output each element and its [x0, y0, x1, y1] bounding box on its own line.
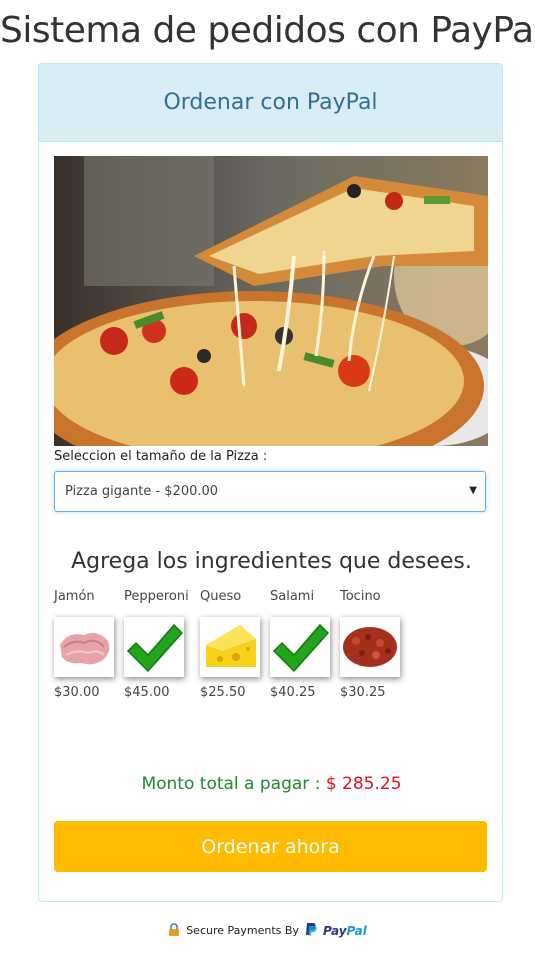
ingredients-title: Agrega los ingredientes que desees. — [71, 549, 472, 574]
lock-icon — [168, 922, 180, 939]
ingredient-price: $40.25 — [270, 685, 316, 700]
pizza-image — [54, 156, 488, 446]
ingredient-price: $25.50 — [200, 685, 246, 700]
pizza-size-selected-value: Pizza gigante - $200.00 — [65, 484, 219, 499]
secure-payments-text: Secure Payments By — [186, 924, 299, 937]
page-title: Sistema de pedidos con PayPal — [0, 10, 535, 51]
ingredient-name: Pepperoni — [124, 589, 189, 604]
paypal-logo-icon — [305, 922, 317, 939]
bacon-icon[interactable] — [340, 617, 400, 677]
ingredient-name: Salami — [270, 589, 315, 604]
ingredient-ham: Jamón $30.00 — [54, 589, 126, 700]
panel-heading: Ordenar con PayPal — [39, 64, 502, 142]
ingredient-price: $30.25 — [340, 685, 386, 700]
cheese-icon[interactable] — [200, 617, 260, 677]
ingredient-cheese: Queso $25.50 — [200, 589, 272, 700]
pizza-size-label: Seleccion el tamaño de la Pizza : — [54, 449, 268, 464]
total-value: $ 285.25 — [325, 774, 402, 794]
order-now-button[interactable]: Ordenar ahora — [54, 821, 487, 872]
dropdown-arrow-icon: ▼ — [469, 485, 477, 496]
checkmark-icon[interactable] — [124, 617, 184, 677]
order-panel: Ordenar con PayPal Seleccion el tamaño d… — [38, 63, 503, 902]
ingredient-name: Queso — [200, 589, 242, 604]
paypal-logo-text: PayPal — [322, 923, 367, 938]
total-label: Monto total a pagar : — [141, 774, 321, 794]
ingredient-name: Tocino — [340, 589, 381, 604]
ingredient-salami: Salami $40.25 — [270, 589, 342, 700]
total-amount: Monto total a pagar : $ 285.25 — [39, 774, 504, 794]
ingredient-price: $45.00 — [124, 685, 170, 700]
ingredient-pepperoni: Pepperoni $45.00 — [124, 589, 196, 700]
ingredient-price: $30.00 — [54, 685, 100, 700]
checkmark-icon[interactable] — [270, 617, 330, 677]
ham-icon[interactable] — [54, 617, 114, 677]
secure-payments-footer: Secure Payments By PayPal — [0, 922, 535, 939]
ingredient-name: Jamón — [54, 589, 95, 604]
ingredient-bacon: Tocino $30.25 — [340, 589, 412, 700]
pizza-size-select[interactable]: Pizza gigante - $200.00 ▼ — [54, 471, 486, 512]
